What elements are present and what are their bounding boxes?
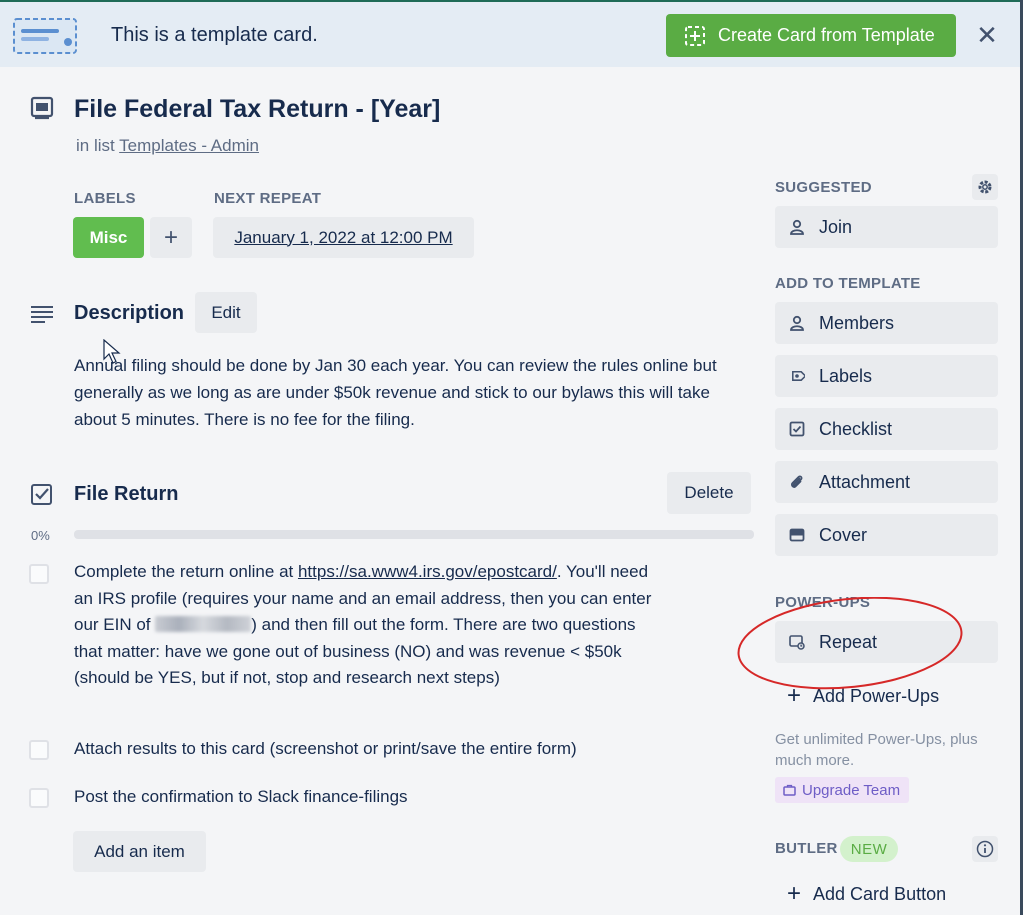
- attachment-button[interactable]: Attachment: [775, 461, 998, 503]
- cover-button[interactable]: Cover: [775, 514, 998, 556]
- upgrade-team-button[interactable]: Upgrade Team: [775, 777, 909, 803]
- labels-button[interactable]: Labels: [775, 355, 998, 397]
- template-card-illustration-icon: [13, 18, 77, 54]
- add-card-icon: [685, 25, 705, 46]
- item-text-part: Complete the return online at: [74, 562, 298, 581]
- add-to-template-heading: ADD TO TEMPLATE: [775, 275, 921, 292]
- next-repeat-heading: NEXT REPEAT: [214, 190, 322, 207]
- checklist-item-checkbox[interactable]: [29, 740, 49, 760]
- join-label: Join: [819, 216, 853, 237]
- checklist-icon: [31, 484, 52, 505]
- checklist-item-checkbox[interactable]: [29, 788, 49, 808]
- card-title[interactable]: File Federal Tax Return - [Year]: [74, 95, 440, 124]
- redacted-ein: [155, 616, 252, 632]
- list-prefix: in list: [76, 136, 115, 155]
- person-icon: [790, 219, 804, 235]
- briefcase-icon: [783, 784, 796, 796]
- plus-icon: +: [787, 880, 802, 907]
- checkbox-icon: [789, 421, 805, 437]
- join-button[interactable]: Join: [775, 206, 998, 248]
- banner-text: This is a template card.: [111, 24, 318, 46]
- next-repeat-date[interactable]: January 1, 2022 at 12:00 PM: [213, 217, 474, 258]
- list-breadcrumb: in list Templates - Admin: [76, 136, 259, 156]
- tag-icon: [792, 371, 805, 381]
- annotation-circle: [737, 597, 963, 690]
- irs-link[interactable]: https://sa.www4.irs.gov/epostcard/: [298, 562, 557, 581]
- attachment-label: Attachment: [819, 471, 911, 492]
- checklist-label: Checklist: [819, 418, 893, 439]
- paperclip-icon: [791, 475, 803, 488]
- person-icon: [790, 315, 804, 331]
- template-banner: This is a template card. Create Card fro…: [0, 0, 1023, 67]
- upgrade-team-label: Upgrade Team: [802, 781, 901, 799]
- labels-heading: LABELS: [74, 190, 136, 207]
- description-icon: [31, 306, 53, 323]
- suggested-heading: SUGGESTED: [775, 179, 872, 196]
- add-card-button-label: Add Card Button: [813, 883, 947, 904]
- add-checklist-item-button[interactable]: Add an item: [73, 831, 206, 872]
- close-icon[interactable]: ✕: [974, 22, 1000, 48]
- checklist-item-text[interactable]: Attach results to this card (screenshot …: [74, 736, 714, 763]
- gear-icon[interactable]: [972, 174, 998, 200]
- checklist-progress-bar: [74, 530, 754, 539]
- card-icon: [30, 96, 54, 120]
- info-glyph-icon: [976, 840, 994, 858]
- add-label-button[interactable]: +: [150, 217, 192, 258]
- labels-label: Labels: [819, 365, 873, 386]
- checklist-item-text[interactable]: Post the confirmation to Slack finance-f…: [74, 784, 654, 811]
- edit-description-button[interactable]: Edit: [195, 292, 257, 333]
- description-text[interactable]: Annual filing should be done by Jan 30 e…: [74, 352, 754, 433]
- checklist-item-checkbox[interactable]: [29, 564, 49, 584]
- description-heading: Description: [74, 302, 185, 324]
- info-icon[interactable]: [972, 836, 998, 862]
- progress-percent: 0%: [31, 528, 50, 543]
- mouse-cursor-icon: [103, 339, 121, 364]
- create-card-from-template-button[interactable]: Create Card from Template: [666, 14, 956, 57]
- new-badge: NEW: [840, 836, 898, 862]
- add-card-button-button[interactable]: + Add Card Button: [775, 876, 946, 912]
- plus-icon: +: [163, 223, 178, 251]
- cover-icon: [789, 528, 805, 542]
- label-misc[interactable]: Misc: [73, 217, 144, 258]
- list-link[interactable]: Templates - Admin: [119, 136, 259, 155]
- members-button[interactable]: Members: [775, 302, 998, 344]
- members-label: Members: [819, 312, 895, 333]
- delete-checklist-button[interactable]: Delete: [667, 472, 751, 514]
- butler-heading: BUTLER: [775, 840, 838, 857]
- gear-glyph-icon: [978, 180, 992, 194]
- create-card-label: Create Card from Template: [718, 25, 935, 45]
- checklist-title[interactable]: File Return: [74, 483, 178, 506]
- checklist-button[interactable]: Checklist: [775, 408, 998, 450]
- upsell-text: Get unlimited Power-Ups, plus much more.: [775, 731, 978, 769]
- cover-label: Cover: [819, 524, 868, 545]
- checklist-item-text[interactable]: Complete the return online at https://sa…: [74, 559, 654, 692]
